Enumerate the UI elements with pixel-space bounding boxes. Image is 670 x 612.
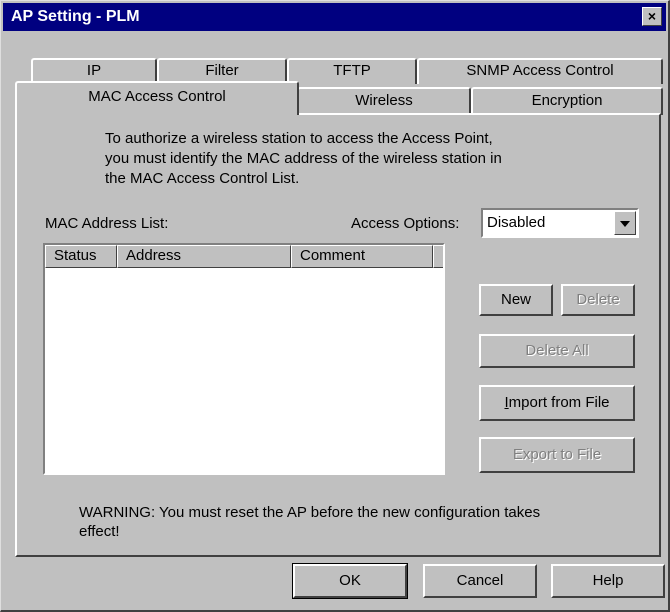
tab-encryption[interactable]: Encryption xyxy=(471,87,663,115)
cancel-button[interactable]: Cancel xyxy=(423,564,537,598)
access-options-select[interactable]: Disabled xyxy=(481,208,639,238)
column-header-filler xyxy=(433,245,443,268)
window-title: AP Setting - PLM xyxy=(11,8,140,25)
info-line: the MAC Access Control List. xyxy=(105,170,300,187)
warning-line: effect! xyxy=(79,523,120,540)
chevron-down-icon[interactable] xyxy=(614,211,636,235)
ok-button[interactable]: OK xyxy=(292,563,408,599)
access-options-label: Access Options: xyxy=(351,215,460,232)
column-header-address[interactable]: Address xyxy=(117,245,291,268)
column-header-status[interactable]: Status xyxy=(45,245,117,268)
mac-address-list[interactable]: Status Address Comment xyxy=(43,243,445,475)
delete-all-button[interactable]: Delete All xyxy=(479,334,635,368)
ap-setting-dialog: AP Setting - PLM × IP Filter TFTP SNMP A… xyxy=(0,0,670,612)
info-line: you must identify the MAC address of the… xyxy=(105,150,502,167)
import-label-rest: mport from File xyxy=(508,394,610,411)
info-text: To authorize a wireless station to acces… xyxy=(105,129,502,189)
new-button[interactable]: New xyxy=(479,284,553,316)
tab-wireless[interactable]: Wireless xyxy=(297,87,471,115)
close-button[interactable]: × xyxy=(642,7,662,26)
column-header-comment[interactable]: Comment xyxy=(291,245,433,268)
export-to-file-button[interactable]: Export to File xyxy=(479,437,635,473)
title-bar: AP Setting - PLM × xyxy=(3,3,666,31)
import-from-file-button[interactable]: Import from File xyxy=(479,385,635,421)
warning-text: WARNING: You must reset the AP before th… xyxy=(79,503,540,541)
help-button[interactable]: Help xyxy=(551,564,665,598)
tab-mac-access-control[interactable]: MAC Access Control xyxy=(15,81,299,115)
delete-button[interactable]: Delete xyxy=(561,284,635,316)
tab-snmp-access-control[interactable]: SNMP Access Control xyxy=(417,58,663,84)
info-line: To authorize a wireless station to acces… xyxy=(105,130,493,147)
warning-line: WARNING: You must reset the AP before th… xyxy=(79,504,541,521)
mac-address-list-label: MAC Address List: xyxy=(45,215,169,232)
access-options-value: Disabled xyxy=(487,214,546,231)
tab-tftp[interactable]: TFTP xyxy=(287,58,417,84)
